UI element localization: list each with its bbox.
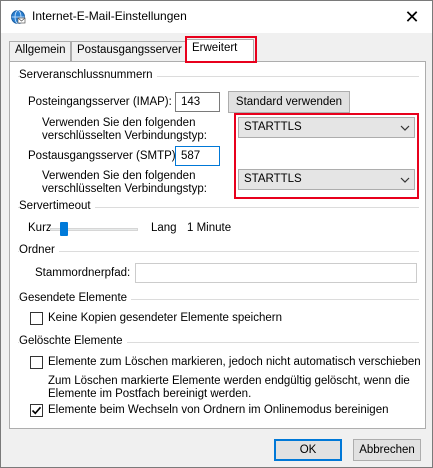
ok-button[interactable]: OK: [274, 439, 342, 461]
tab-erweitert[interactable]: Erweitert: [186, 39, 254, 62]
outgoing-encryption-value: STARTTLS: [244, 173, 302, 185]
globe-mail-icon: [10, 9, 26, 25]
root-folder-input[interactable]: [135, 263, 417, 283]
mark-for-deletion-label: Elemente zum Löschen markieren, jedoch n…: [48, 356, 421, 368]
group-divider: [18, 251, 419, 252]
close-button[interactable]: ✕: [398, 5, 426, 29]
deletion-note: Zum Löschen markierte Elemente werden en…: [48, 375, 410, 400]
tab-panel-erweitert: Serveranschlussnummern Posteingangsserve…: [9, 61, 426, 429]
incoming-encryption-select[interactable]: STARTTLS: [238, 117, 415, 138]
dialog-window: Internet-E-Mail-Einstellungen ✕ Allgemei…: [0, 0, 433, 468]
timeout-short-label: Kurz: [28, 222, 52, 234]
incoming-encryption-value: STARTTLS: [244, 121, 302, 133]
section-heading-timeout: Servertimeout: [19, 200, 95, 212]
no-copies-label: Keine Kopien gesendeter Elemente speiche…: [48, 312, 282, 324]
timeout-long-label: Lang: [151, 222, 177, 234]
cancel-button[interactable]: Abbrechen: [353, 439, 421, 461]
timeout-value: 1 Minute: [187, 222, 232, 234]
purge-items-label: Elemente beim Wechseln von Ordnern im On…: [48, 404, 389, 416]
window-title: Internet-E-Mail-Einstellungen: [32, 9, 187, 23]
tab-allgemein[interactable]: Allgemein: [9, 41, 71, 61]
mark-for-deletion-checkbox[interactable]: [30, 356, 43, 369]
incoming-server-label: Posteingangsserver (IMAP):: [28, 96, 172, 108]
outgoing-encryption-label: Verwenden Sie den folgenden verschlüssel…: [42, 170, 207, 195]
section-heading-deleted: Gelöschte Elemente: [19, 335, 127, 347]
checkmark-icon: [31, 406, 42, 415]
tab-postausgangsserver[interactable]: Postausgangsserver: [71, 41, 187, 61]
chevron-down-icon: [397, 120, 412, 135]
incoming-port-input[interactable]: [175, 92, 220, 112]
outgoing-server-label: Postausgangsserver (SMTP):: [28, 150, 179, 162]
close-icon: ✕: [404, 6, 420, 27]
title-bar: Internet-E-Mail-Einstellungen ✕: [1, 1, 432, 33]
section-heading-sent: Gesendete Elemente: [19, 292, 132, 304]
timeout-slider-thumb[interactable]: [59, 222, 68, 236]
section-heading-folders: Ordner: [19, 244, 59, 256]
outgoing-encryption-select[interactable]: STARTTLS: [238, 169, 415, 190]
root-folder-label: Stammordnerpfad:: [35, 267, 131, 279]
no-copies-checkbox[interactable]: [30, 312, 43, 325]
purge-items-checkbox[interactable]: [30, 404, 43, 417]
use-default-button[interactable]: Standard verwenden: [228, 91, 350, 113]
chevron-down-icon: [397, 172, 412, 187]
incoming-encryption-label: Verwenden Sie den folgenden verschlüssel…: [42, 117, 207, 142]
section-heading-ports: Serveranschlussnummern: [19, 69, 157, 81]
outgoing-port-input[interactable]: [175, 146, 220, 166]
